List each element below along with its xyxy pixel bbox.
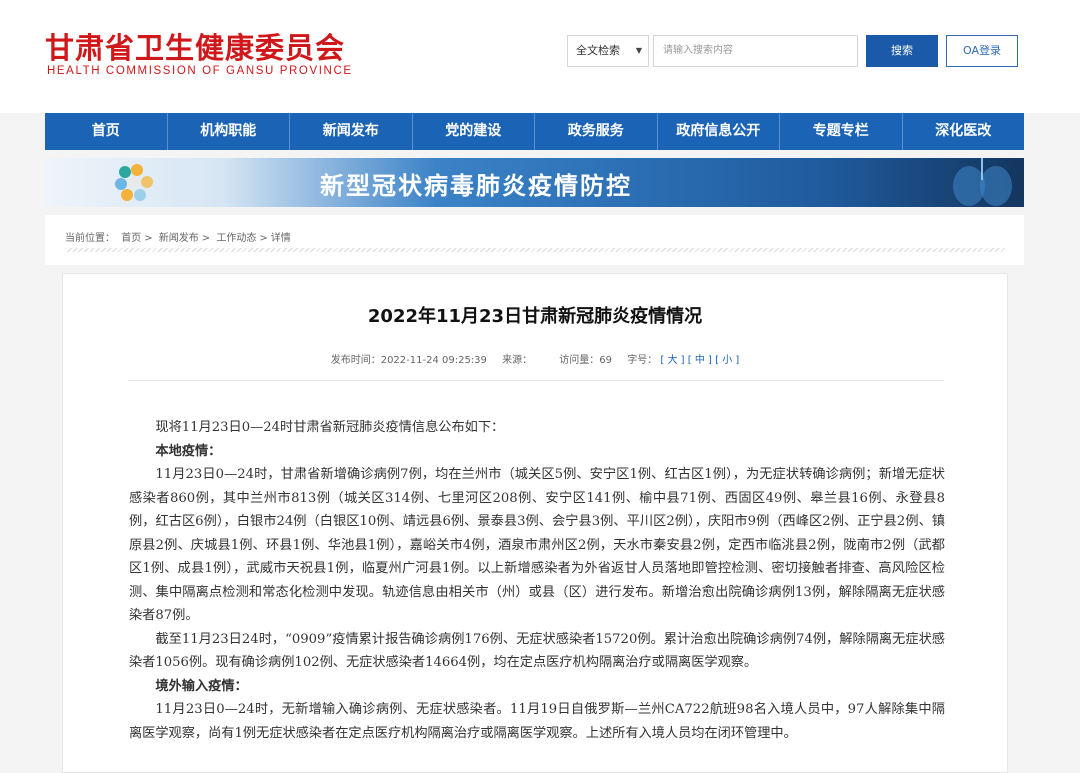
- breadcrumb-detail: 详情: [270, 233, 291, 244]
- nav-item-functions[interactable]: 机构职能: [168, 113, 290, 150]
- publish-label: 发布时间：: [330, 355, 381, 366]
- hatched-divider: [65, 248, 1005, 252]
- breadcrumb-home[interactable]: 首页: [121, 233, 141, 244]
- nav-item-topics[interactable]: 专题专栏: [780, 113, 903, 150]
- nav-item-disclosure[interactable]: 政府信息公开: [658, 113, 780, 150]
- views-count: 69: [599, 355, 613, 366]
- font-size-medium-button[interactable]: 中: [695, 355, 705, 366]
- nav-item-news[interactable]: 新闻发布: [290, 113, 413, 150]
- site-logo-title[interactable]: 甘肃省卫生健康委员会: [45, 25, 345, 67]
- dropdown-arrow-icon: ▼: [635, 46, 642, 55]
- breadcrumb-separator: >: [201, 233, 211, 244]
- oa-login-button[interactable]: OA登录: [946, 35, 1018, 67]
- source-label: 来源：: [502, 355, 533, 366]
- search-scope-select[interactable]: 全文检索 ▼: [567, 35, 649, 67]
- breadcrumb: 当前位置： 首页 > 新闻发布 > 工作动态 > 详情: [65, 229, 294, 244]
- paragraph-imported: 11月23日0—24时，无新增输入确诊病例、无症状感染者。11月19日自俄罗斯—…: [129, 702, 945, 741]
- banner-title: 新型冠状病毒肺炎疫情防控: [320, 172, 632, 200]
- font-size-label: 字号：: [627, 355, 658, 366]
- nav-item-reform[interactable]: 深化医改: [903, 113, 1025, 150]
- nav-item-party[interactable]: 党的建设: [413, 113, 535, 150]
- lung-icon: [953, 158, 1012, 206]
- font-size-large-button[interactable]: 大: [668, 355, 678, 366]
- article-title: 2022年11月23日甘肃新冠肺炎疫情情况: [367, 306, 703, 327]
- search-input[interactable]: 请输入搜索内容: [653, 35, 858, 67]
- meta-divider: [128, 380, 944, 381]
- nav-item-home[interactable]: 首页: [45, 113, 168, 150]
- breadcrumb-work[interactable]: 工作动态: [216, 233, 256, 244]
- paragraph-local-cases: 11月23日0—24时，甘肃省新增确诊病例7例，均在兰州市（城关区5例、安宁区1…: [129, 467, 945, 623]
- breadcrumb-label: 当前位置：: [65, 233, 115, 244]
- breadcrumb-panel: 当前位置： 首页 > 新闻发布 > 工作动态 > 详情: [45, 215, 1024, 265]
- nav-item-services[interactable]: 政务服务: [535, 113, 658, 150]
- virus-dots-icon: [115, 164, 153, 201]
- article-body: 现将11月23日0—24时甘肃省新冠肺炎疫情信息公布如下： 本地疫情： 11月2…: [129, 416, 945, 745]
- epidemic-banner[interactable]: 新型冠状病毒肺炎疫情防控: [45, 158, 1024, 207]
- font-size-small-button[interactable]: 小: [722, 355, 732, 366]
- article-panel: 2022年11月23日甘肃新冠肺炎疫情情况 发布时间：2022-11-24 09…: [62, 273, 1008, 773]
- subheading-local: 本地疫情：: [155, 443, 222, 459]
- paragraph-intro: 现将11月23日0—24时甘肃省新冠肺炎疫情信息公布如下：: [155, 420, 505, 435]
- breadcrumb-news[interactable]: 新闻发布: [159, 233, 199, 244]
- publish-time: 2022-11-24 09:25:39: [380, 355, 487, 366]
- search-scope-label: 全文检索: [576, 44, 620, 57]
- breadcrumb-separator: >: [259, 233, 268, 244]
- views-label: 访问量：: [559, 355, 600, 366]
- site-logo-subtitle: HEALTH COMMISSION OF GANSU PROVINCE: [47, 65, 353, 77]
- breadcrumb-separator: >: [144, 233, 153, 244]
- search-button[interactable]: 搜索: [866, 35, 938, 67]
- subheading-imported: 境外输入疫情：: [155, 678, 248, 694]
- main-nav: 首页 机构职能 新闻发布 党的建设 政务服务 政府信息公开 专题专栏 深化医改: [45, 113, 1024, 150]
- paragraph-cumulative: 截至11月23日24时，“0909”疫情累计报告确诊病例176例、无症状感染者1…: [129, 631, 945, 671]
- article-meta: 发布时间：2022-11-24 09:25:39 来源： 访问量：69 字号： …: [330, 355, 740, 366]
- site-header: 甘肃省卫生健康委员会 HEALTH COMMISSION OF GANSU PR…: [0, 0, 1080, 113]
